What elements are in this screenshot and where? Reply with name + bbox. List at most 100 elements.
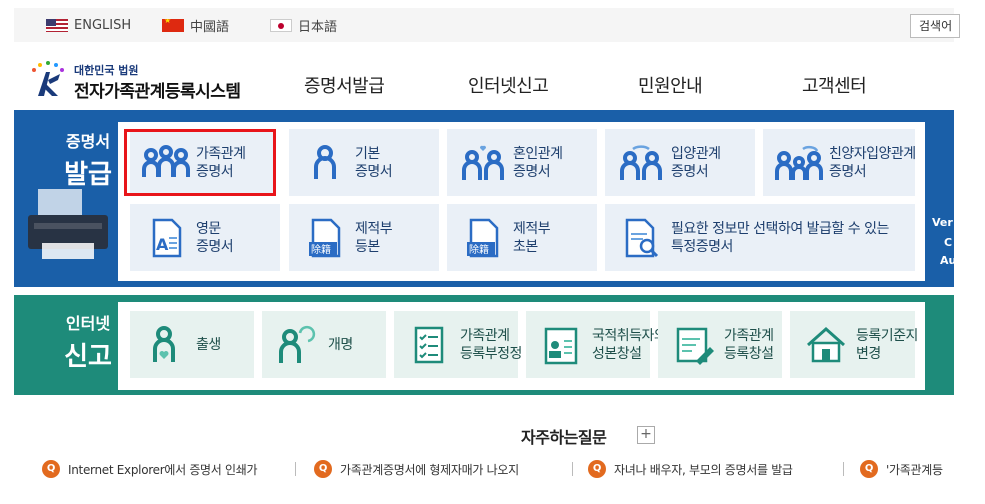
- card-label: 개명: [328, 336, 353, 354]
- question-icon: Q: [42, 460, 60, 478]
- card-line1: 가족관계: [460, 327, 510, 344]
- card-label: 친양자입양관계 증명서: [829, 145, 916, 181]
- faq-item[interactable]: Q '가족관계등: [860, 460, 954, 478]
- card-line1: 필요한 정보만 선택하여 발급할 수 있는: [671, 220, 889, 237]
- house-icon: [807, 326, 845, 362]
- card-label: 제적부 초본: [513, 220, 551, 256]
- question-icon: Q: [588, 460, 606, 478]
- question-icon: Q: [860, 460, 878, 478]
- logo-subtitle: 대한민국 법원: [74, 64, 139, 77]
- register-document-icon: 除籍: [309, 218, 341, 257]
- nav-certificate-issue[interactable]: 증명서발급: [304, 72, 385, 98]
- card-line1: 제적부: [513, 220, 551, 237]
- faq-item-text: Internet Explorer에서 증명서 인쇄가: [68, 462, 258, 477]
- card-label: 가족관계 등록창설: [724, 327, 774, 363]
- right-clip-text-3: Au: [940, 254, 957, 267]
- register-document-icon: 除籍: [467, 218, 499, 257]
- right-clip-text-2: C: [944, 236, 953, 249]
- card-register-correction[interactable]: 가족관계 등록부정정: [394, 311, 522, 378]
- card-line1: 등록기준지: [856, 327, 918, 344]
- svg-text:除籍: 除籍: [311, 243, 331, 256]
- card-marriage-certificate[interactable]: 혼인관계 증명서: [447, 129, 597, 196]
- right-clip-text-1: Ver: [932, 216, 953, 229]
- faq-divider: [295, 462, 296, 476]
- faq-item-text: 가족관계증명서에 형제자매가 나오지: [340, 462, 519, 477]
- card-birth-report[interactable]: 출생: [130, 311, 254, 378]
- svg-text:A: A: [156, 235, 169, 254]
- rename-person-icon: [279, 325, 316, 363]
- jp-flag-icon: [270, 18, 292, 32]
- card-basic-certificate[interactable]: 기본 증명서: [289, 129, 439, 196]
- nav-civil-guide[interactable]: 민원안내: [638, 72, 703, 98]
- card-line2: 변경: [856, 345, 881, 362]
- lang-japanese-link[interactable]: 日本語: [270, 15, 337, 35]
- card-registration-base-change[interactable]: 등록기준지 변경: [790, 311, 918, 378]
- card-line2: 증명서: [829, 163, 867, 180]
- lang-chinese-link[interactable]: 中國語: [162, 15, 229, 35]
- card-line1: 개명: [328, 336, 353, 353]
- card-line2: 등록부정정: [460, 345, 522, 362]
- card-label: 출생: [196, 336, 221, 354]
- card-label: 국적취득자의 성본창설: [592, 327, 667, 363]
- highlight-box: [124, 129, 276, 196]
- site-logo[interactable]: 대한민국 법원 전자가족관계등록시스템: [28, 60, 258, 104]
- nav-customer-center[interactable]: 고객센터: [802, 72, 867, 98]
- card-label: 필요한 정보만 선택하여 발급할 수 있는 특정증명서: [671, 220, 889, 256]
- nav-internet-report[interactable]: 인터넷신고: [468, 72, 549, 98]
- document-pen-icon: [676, 327, 714, 365]
- us-flag-icon: [46, 18, 68, 32]
- card-specific-certificate[interactable]: 필요한 정보만 선택하여 발급할 수 있는 특정증명서: [605, 204, 915, 271]
- faq-divider: [843, 462, 844, 476]
- printer-icon: [28, 189, 108, 259]
- report-title-small: 인터넷: [65, 314, 111, 333]
- person-icon: [314, 144, 336, 179]
- card-line1: 제적부: [355, 220, 393, 237]
- card-label: 등록기준지 변경: [856, 327, 918, 363]
- card-line2: 증명서: [196, 238, 234, 255]
- logo-title: 전자가족관계등록시스템: [74, 82, 241, 102]
- lang-chinese-label: 中國語: [190, 19, 230, 35]
- card-line2: 증명서: [513, 163, 551, 180]
- card-line2: 성본창설: [592, 345, 642, 362]
- card-label: 입양관계 증명서: [671, 145, 721, 181]
- card-naturalized-surname-creation[interactable]: 국적취득자의 성본창설: [526, 311, 667, 378]
- lang-english-link[interactable]: ENGLISH: [46, 15, 131, 35]
- card-label: 혼인관계 증명서: [513, 145, 563, 181]
- faq-item-text: 자녀나 배우자, 부모의 증명서를 발급: [614, 462, 793, 477]
- faq-more-button[interactable]: +: [637, 426, 655, 444]
- card-register-creation[interactable]: 가족관계 등록창설: [658, 311, 782, 378]
- card-line2: 초본: [513, 238, 538, 255]
- report-title-big: 신고: [64, 342, 112, 372]
- faq-item-text: '가족관계등: [886, 462, 943, 477]
- certificate-title-small: 증명서: [65, 132, 111, 151]
- birth-person-icon: [153, 325, 175, 362]
- faq-title: 자주하는질문: [521, 428, 607, 447]
- cn-flag-icon: [162, 18, 184, 32]
- card-label: 제적부 등본: [355, 220, 393, 256]
- svg-text:除籍: 除籍: [469, 243, 489, 256]
- card-name-change-report[interactable]: 개명: [262, 311, 386, 378]
- faq-item[interactable]: Q 자녀나 배우자, 부모의 증명서를 발급: [588, 460, 793, 478]
- card-removed-register-abstract[interactable]: 除籍 제적부 초본: [447, 204, 597, 271]
- card-line1: 입양관계: [671, 145, 721, 162]
- question-icon: Q: [314, 460, 332, 478]
- card-full-adoption-certificate[interactable]: 친양자입양관계 증명서: [763, 129, 916, 196]
- card-line2: 등록창설: [724, 345, 774, 362]
- faq-item[interactable]: Q Internet Explorer에서 증명서 인쇄가: [42, 460, 258, 478]
- court-emblem-icon: [32, 61, 64, 96]
- card-english-certificate[interactable]: A 영문 증명서: [130, 204, 280, 271]
- card-line1: 기본: [355, 145, 380, 162]
- card-adoption-certificate[interactable]: 입양관계 증명서: [605, 129, 755, 196]
- card-line1: 출생: [196, 336, 221, 353]
- couple-heart-icon: [462, 145, 504, 180]
- card-removed-register-copy[interactable]: 除籍 제적부 등본: [289, 204, 439, 271]
- card-line1: 영문: [196, 220, 221, 237]
- card-label: 가족관계 등록부정정: [460, 327, 522, 363]
- checklist-document-icon: [414, 326, 444, 363]
- faq-item[interactable]: Q 가족관계증명서에 형제자매가 나오지: [314, 460, 519, 478]
- card-label: 영문 증명서: [196, 220, 234, 256]
- search-input[interactable]: 검색어: [910, 14, 960, 38]
- card-line2: 증명서: [355, 163, 393, 180]
- id-card-icon: [544, 327, 578, 364]
- certificate-section-title: 증명서 발급: [48, 128, 128, 191]
